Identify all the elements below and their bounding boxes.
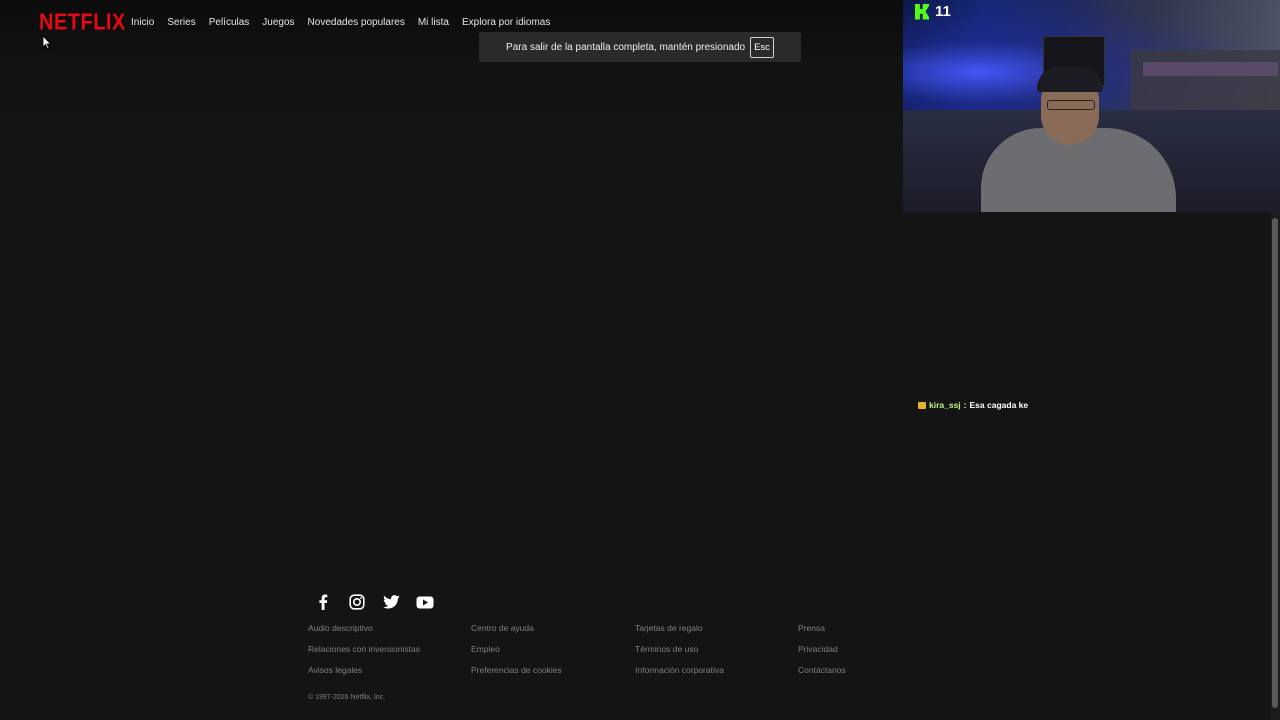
footer-link[interactable]: Empleo — [471, 643, 635, 655]
footer-link[interactable]: Centro de ayuda — [471, 622, 635, 634]
footer-link[interactable]: Privacidad — [798, 643, 888, 655]
social-links — [314, 592, 888, 612]
chat-text: Esa cagada ke — [969, 400, 1029, 410]
streamer-glasses — [1047, 100, 1095, 110]
shelf-items — [1143, 62, 1278, 76]
nav-item-mi-lista[interactable]: Mi lista — [418, 17, 449, 28]
youtube-icon[interactable] — [416, 593, 434, 611]
nav-menu: Inicio Series Películas Juegos Novedades… — [131, 17, 563, 28]
site-footer: Audio descriptivo Centro de ayuda Tarjet… — [308, 592, 888, 701]
viewer-count-badge: 11 — [915, 3, 951, 20]
copyright-text: © 1997-2026 Netflix, Inc. — [308, 694, 386, 701]
fullscreen-exit-toast: Para salir de la pantalla completa, mant… — [479, 32, 801, 62]
chat-badge-icon — [918, 401, 926, 409]
chat-message: kira_ssj : Esa cagada ke — [918, 400, 1028, 410]
footer-link[interactable]: Avisos legales — [308, 664, 471, 676]
netflix-logo[interactable]: NETFLIX — [39, 10, 126, 36]
footer-link[interactable]: Prensa — [798, 622, 888, 634]
footer-links: Audio descriptivo Centro de ayuda Tarjet… — [308, 622, 888, 676]
nav-item-novedades[interactable]: Novedades populares — [308, 17, 405, 28]
kick-logo-icon — [915, 3, 929, 20]
nav-item-idiomas[interactable]: Explora por idiomas — [462, 17, 550, 28]
webcam-overlay — [903, 0, 1280, 212]
nav-item-series[interactable]: Series — [167, 17, 195, 28]
esc-key-hint: Esc — [750, 36, 774, 58]
streamer-cap — [1037, 66, 1103, 92]
footer-link[interactable]: Relaciones con inversionistas — [308, 643, 471, 655]
nav-item-juegos[interactable]: Juegos — [262, 17, 294, 28]
footer-link[interactable]: Tarjetas de regalo — [635, 622, 798, 634]
nav-item-inicio[interactable]: Inicio — [131, 17, 154, 28]
nav-item-peliculas[interactable]: Películas — [209, 17, 250, 28]
scrollbar-thumb[interactable] — [1272, 218, 1278, 708]
footer-link[interactable]: Preferencias de cookies — [471, 664, 635, 676]
footer-link[interactable]: Audio descriptivo — [308, 622, 471, 634]
footer-link[interactable]: Contáctanos — [798, 664, 888, 676]
footer-link[interactable]: Información corporativa — [635, 664, 798, 676]
facebook-icon[interactable] — [314, 593, 332, 611]
instagram-icon[interactable] — [348, 593, 366, 611]
page-scrollbar[interactable] — [1270, 212, 1280, 720]
toast-message: Para salir de la pantalla completa, mant… — [506, 41, 746, 53]
footer-link[interactable]: Términos de uso — [635, 643, 798, 655]
viewer-count: 11 — [935, 3, 951, 20]
twitter-icon[interactable] — [382, 593, 400, 611]
chat-username: kira_ssj — [929, 400, 961, 410]
chat-separator: : — [963, 400, 967, 410]
